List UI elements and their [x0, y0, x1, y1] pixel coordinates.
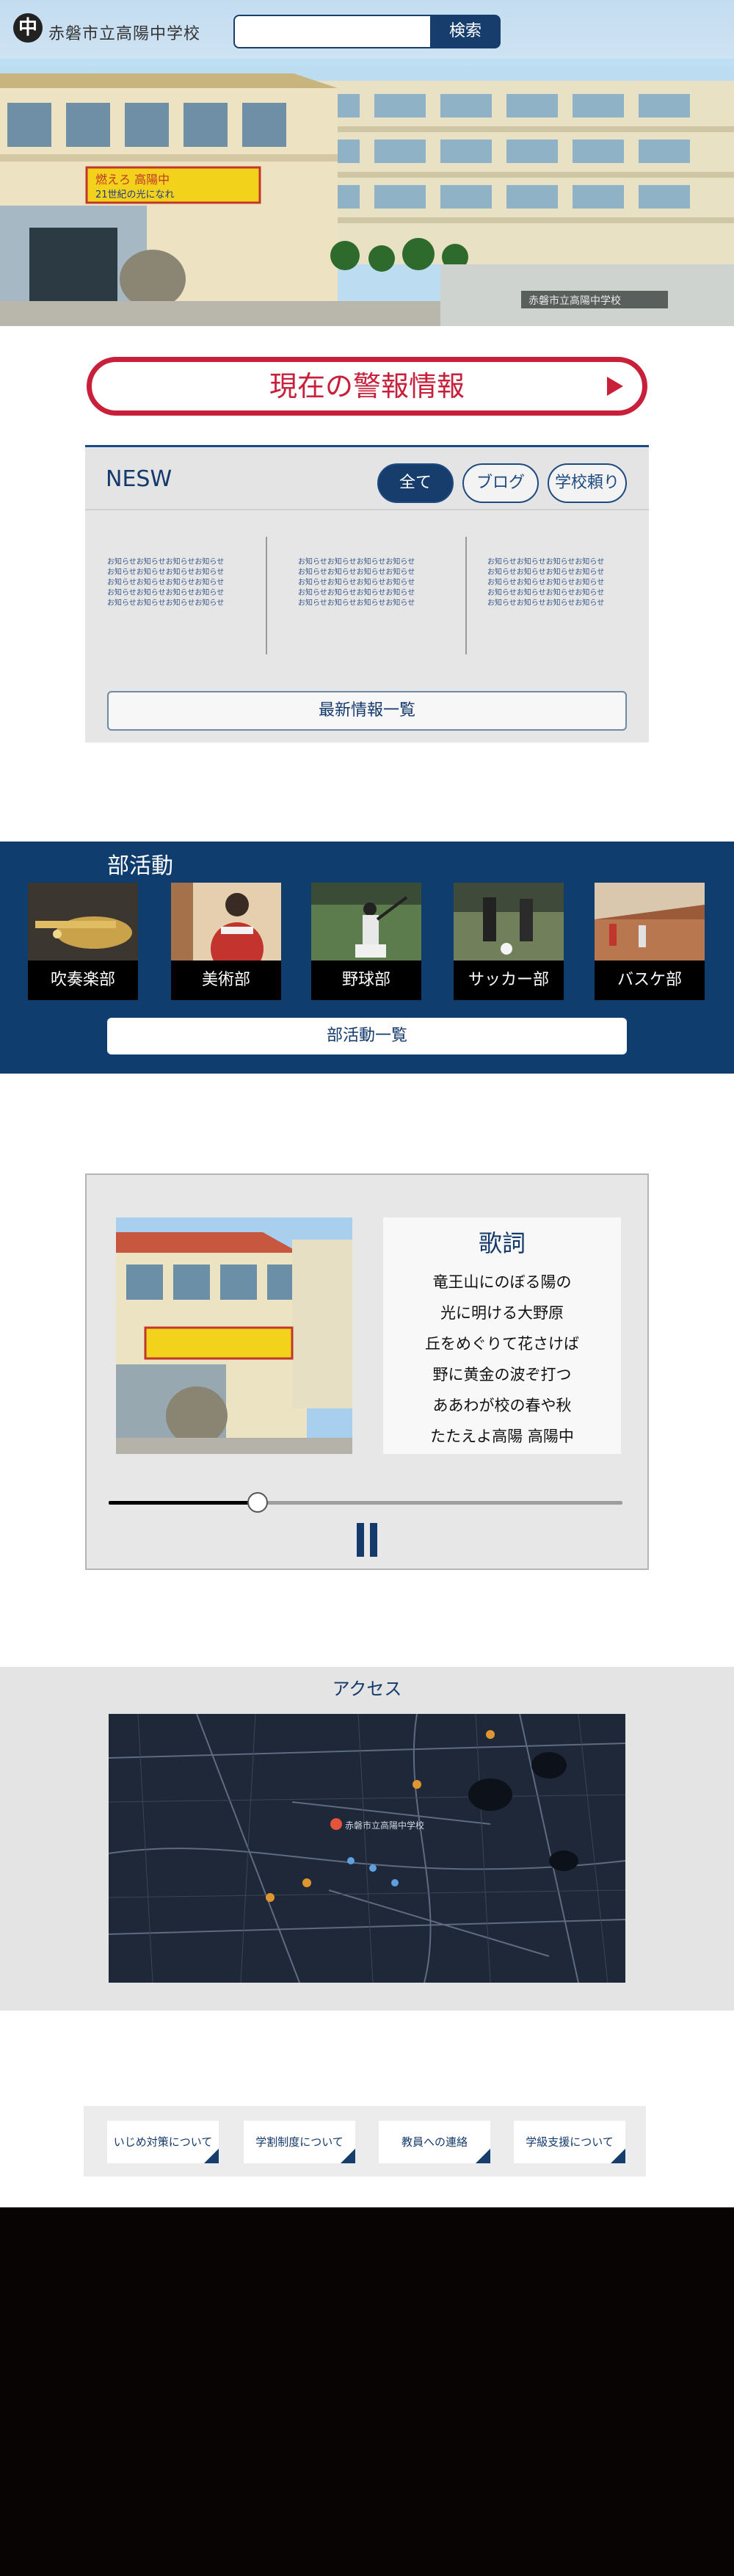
- progress-thumb[interactable]: [247, 1492, 268, 1513]
- link-class-support[interactable]: 学級支援について: [514, 2121, 625, 2163]
- lyric-line: たたえよ高陽 高陽中: [430, 1428, 574, 1445]
- news-item: お知らせお知らせお知らせお知らせ: [487, 589, 605, 597]
- news-item: お知らせお知らせお知らせお知らせ: [298, 579, 415, 587]
- news-item: お知らせお知らせお知らせお知らせ: [487, 568, 605, 576]
- tab-blog[interactable]: ブログ: [462, 463, 539, 503]
- column-divider: [266, 537, 267, 654]
- tab-school-letter[interactable]: 学校頼り: [548, 463, 627, 503]
- news-item: お知らせお知らせお知らせお知らせ: [298, 558, 415, 566]
- footer: [0, 2207, 734, 2576]
- news-title: NESW: [106, 466, 172, 492]
- alert-label: 現在の警報情報: [269, 370, 465, 402]
- link-bullying-policy[interactable]: いじめ対策について: [107, 2121, 219, 2163]
- pause-icon[interactable]: [357, 1523, 377, 1557]
- corner-icon: [611, 2149, 625, 2163]
- quick-links: いじめ対策について 学割制度について 教員への連絡 学級支援について: [84, 2106, 646, 2177]
- club-label: 野球部: [311, 960, 421, 1000]
- news-item: お知らせお知らせお知らせお知らせ: [487, 579, 605, 587]
- news-section: NESW 全て ブログ 学校頼り お知らせお知らせお知らせお知らせ お知らせお知…: [85, 445, 649, 742]
- lyric-line: 竜王山にのぼる陽の: [432, 1273, 572, 1291]
- access-section: アクセス 赤磐市立高陽中学校: [0, 1667, 734, 2011]
- gym-photo: [595, 883, 705, 962]
- lyrics-title: 歌詞: [478, 1229, 526, 1257]
- school-building-photo: 燃えろ 高陽中 21世紀の光になれ 赤磐市立高陽中学校: [0, 59, 734, 326]
- hero-image: 燃えろ 高陽中 21世紀の光になれ 赤磐市立高陽中学校 中 赤磐市立高陽中学校 …: [0, 0, 734, 326]
- sign-text: 赤磐市立高陽中学校: [528, 294, 621, 307]
- map-school-label: 赤磐市立高陽中学校: [345, 1820, 424, 1831]
- news-item: お知らせお知らせお知らせお知らせ: [298, 568, 415, 576]
- trumpet-photo: [28, 883, 138, 962]
- club-label: サッカー部: [454, 960, 564, 1000]
- banner-text-1: 燃えろ 高陽中: [95, 173, 170, 187]
- news-column-1[interactable]: お知らせお知らせお知らせお知らせ お知らせお知らせお知らせお知らせ お知らせお知…: [107, 557, 247, 609]
- club-card-soccer[interactable]: サッカー部: [454, 883, 564, 1000]
- club-card-basketball[interactable]: バスケ部: [595, 883, 705, 1000]
- news-header: NESW 全て ブログ 学校頼り: [85, 447, 649, 510]
- club-label: 美術部: [171, 960, 281, 1000]
- club-card-brass-band[interactable]: 吹奏楽部: [28, 883, 138, 1000]
- news-item: お知らせお知らせお知らせお知らせ: [107, 558, 225, 566]
- access-title: アクセス: [332, 1679, 402, 1699]
- alert-button[interactable]: 現在の警報情報: [87, 357, 647, 416]
- play-triangle-icon: [607, 377, 623, 396]
- link-label: 学割制度について: [255, 2135, 344, 2149]
- column-divider: [465, 537, 467, 654]
- progress-slider[interactable]: [109, 1492, 622, 1513]
- news-item: お知らせお知らせお知らせお知らせ: [487, 558, 605, 566]
- corner-icon: [204, 2149, 219, 2163]
- link-contact-teachers[interactable]: 教員への連絡: [379, 2121, 490, 2163]
- school-photo: [116, 1218, 352, 1454]
- club-card-baseball[interactable]: 野球部: [311, 883, 421, 1000]
- progress-fill: [109, 1501, 258, 1505]
- lyric-line: 野に黄金の波ぞ打つ: [432, 1366, 572, 1383]
- baseball-photo: [311, 883, 421, 962]
- club-label: 吹奏楽部: [28, 960, 138, 1000]
- news-item: お知らせお知らせお知らせお知らせ: [107, 568, 225, 576]
- lyric-line: 丘をめぐりて花さけば: [425, 1335, 579, 1353]
- lyric-line: ああわが校の春や秋: [432, 1397, 572, 1414]
- lyric-line: 光に明ける大野原: [440, 1304, 564, 1322]
- soccer-photo: [454, 883, 564, 962]
- news-item: お知らせお知らせお知らせお知らせ: [107, 589, 225, 597]
- tab-all[interactable]: 全て: [377, 463, 454, 503]
- clubs-title: 部活動: [107, 853, 173, 879]
- search-input[interactable]: [233, 15, 430, 48]
- link-discount-system[interactable]: 学割制度について: [244, 2121, 355, 2163]
- news-item: お知らせお知らせお知らせお知らせ: [107, 599, 225, 607]
- page: 燃えろ 高陽中 21世紀の光になれ 赤磐市立高陽中学校 中 赤磐市立高陽中学校 …: [0, 0, 734, 2576]
- news-item: お知らせお知らせお知らせお知らせ: [298, 589, 415, 597]
- song-player: 歌詞 竜王山にのぼる陽の 光に明ける大野原 丘をめぐりて花さけば 野に黄金の波ぞ…: [85, 1173, 649, 1570]
- corner-icon: [341, 2149, 355, 2163]
- link-label: いじめ対策について: [113, 2135, 213, 2149]
- news-item: お知らせお知らせお知らせお知らせ: [298, 599, 415, 607]
- school-logo-icon[interactable]: 中: [13, 13, 43, 43]
- news-column-3[interactable]: お知らせお知らせお知らせお知らせ お知らせお知らせお知らせお知らせ お知らせお知…: [487, 557, 627, 609]
- clubs-more-button[interactable]: 部活動一覧: [107, 1018, 627, 1054]
- news-item: お知らせお知らせお知らせお知らせ: [487, 599, 605, 607]
- search-button[interactable]: 検索: [430, 15, 501, 48]
- lyrics-panel: 歌詞 竜王山にのぼる陽の 光に明ける大野原 丘をめぐりて花さけば 野に黄金の波ぞ…: [383, 1218, 621, 1454]
- club-label: バスケ部: [595, 960, 705, 1000]
- map[interactable]: 赤磐市立高陽中学校: [109, 1714, 625, 1983]
- news-item: お知らせお知らせお知らせお知らせ: [107, 579, 225, 587]
- link-label: 学級支援について: [526, 2135, 614, 2149]
- banner-text-2: 21世紀の光になれ: [95, 189, 175, 200]
- news-column-2[interactable]: お知らせお知らせお知らせお知らせ お知らせお知らせお知らせお知らせ お知らせお知…: [298, 557, 437, 609]
- art-student-photo: [171, 883, 281, 962]
- news-more-button[interactable]: 最新情報一覧: [107, 691, 627, 731]
- school-name[interactable]: 赤磐市立高陽中学校: [48, 21, 200, 44]
- clubs-section: 部活動 吹奏楽部 美術部 野球部 サッカー部 バスケ部 部活動一覧: [0, 842, 734, 1074]
- link-label: 教員への連絡: [401, 2135, 468, 2149]
- club-card-art[interactable]: 美術部: [171, 883, 281, 1000]
- corner-icon: [476, 2149, 490, 2163]
